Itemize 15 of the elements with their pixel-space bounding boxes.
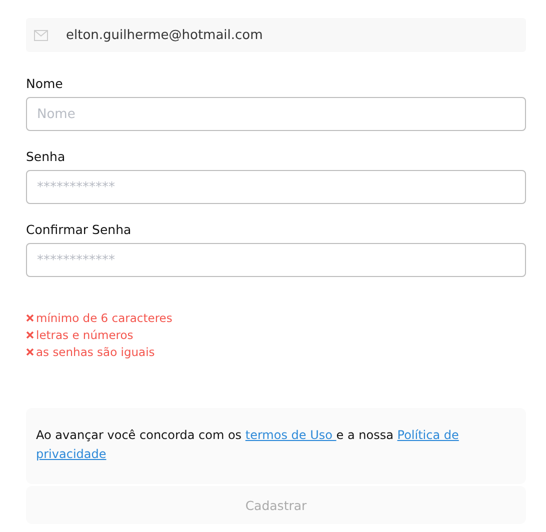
input-field[interactable]: Nome (26, 97, 526, 131)
field-label: Senha (26, 149, 66, 164)
input-field[interactable]: ************ (26, 170, 526, 204)
privacy-link[interactable]: privacidade (36, 447, 106, 461)
terms-text: Ao avançar você concorda com os termos de Uso e a nossa Política de privacidade (36, 427, 460, 463)
rule-text: as senhas são iguais (36, 344, 155, 358)
rule-text: mínimo de 6 caracteres (36, 310, 172, 324)
field-label: Confirmar Senha (26, 222, 132, 237)
field-label: Nome (26, 76, 64, 91)
input-field[interactable]: ************ (26, 243, 526, 277)
email-text: elton.guilherme@hotmail.com (66, 28, 263, 42)
envelope-icon (34, 30, 48, 40)
privacy-link[interactable]: Política de (397, 428, 459, 442)
terms-link[interactable]: termos de Uso (245, 428, 336, 442)
rule-text: letras e números (36, 328, 134, 342)
